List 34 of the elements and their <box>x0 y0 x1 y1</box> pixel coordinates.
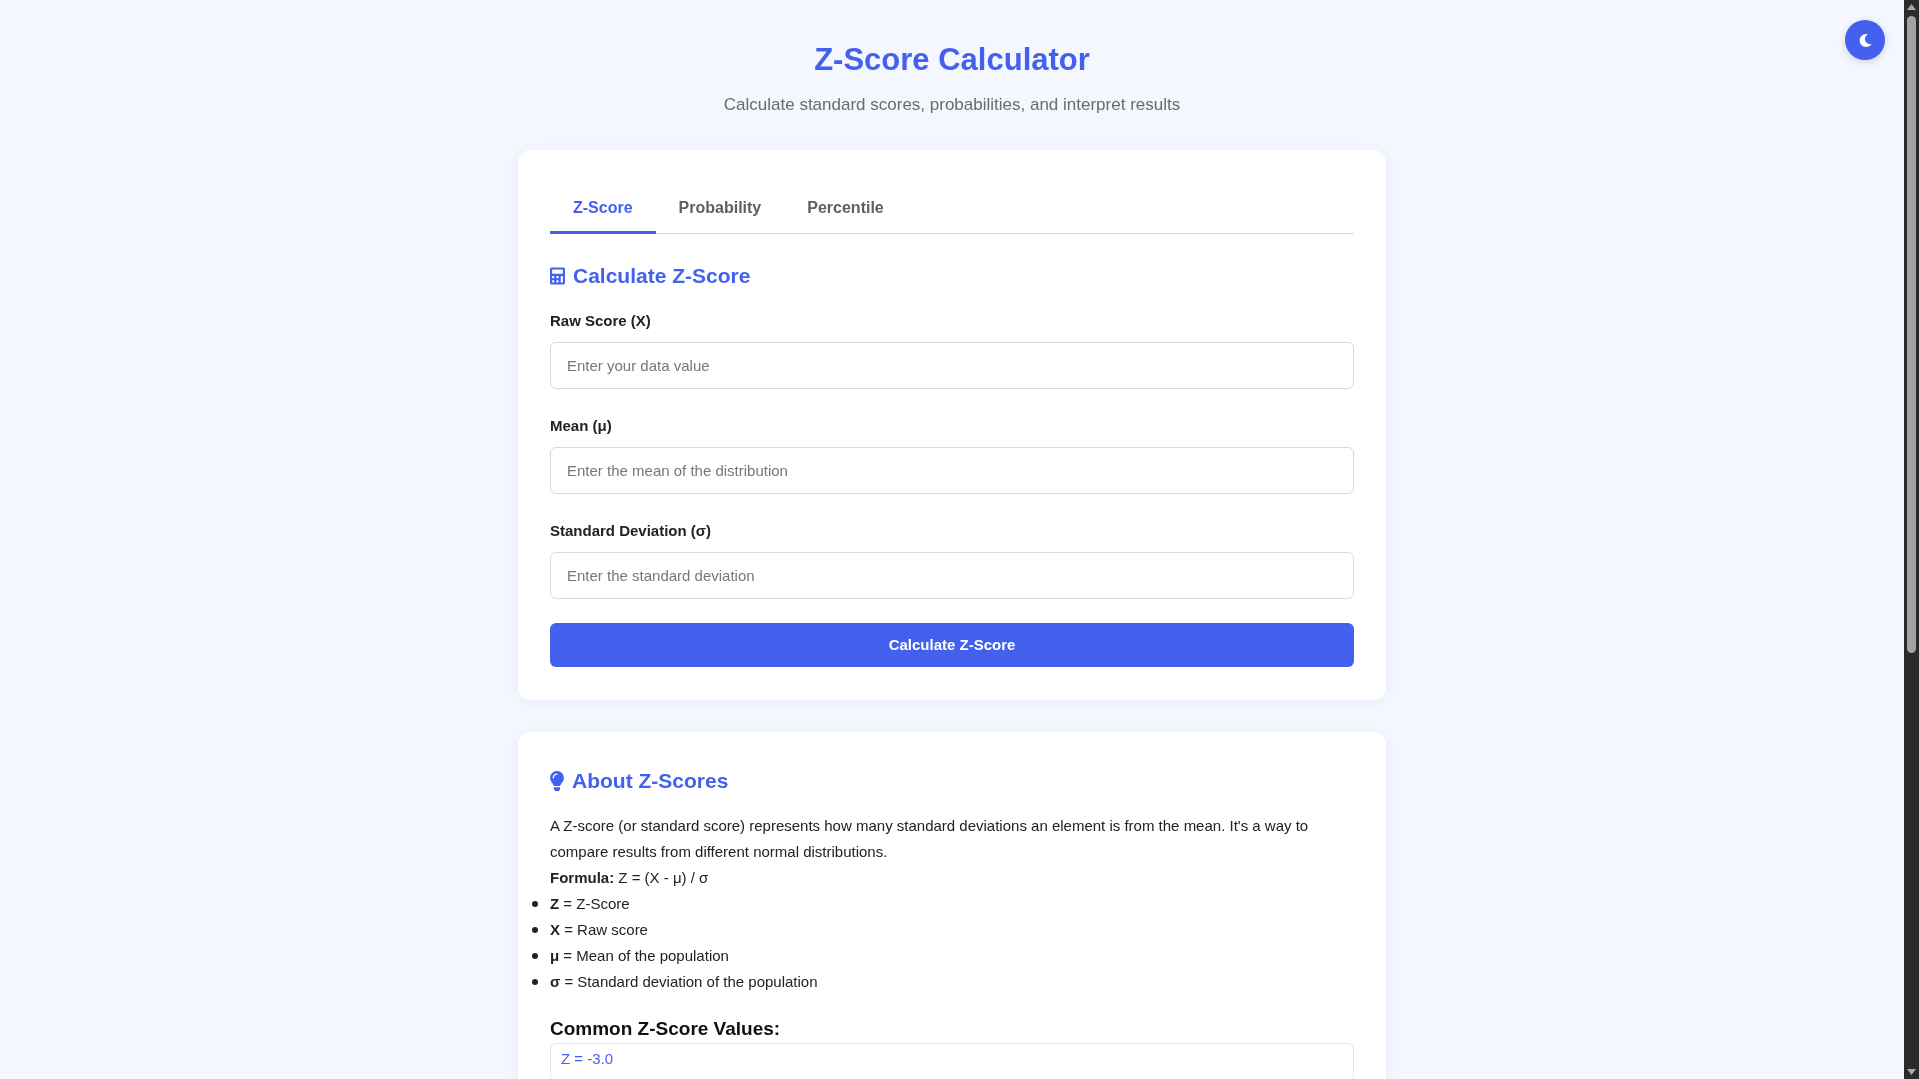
definition-text: μ = Mean of the population <box>550 946 729 966</box>
subheading: Common Z-Score Values: <box>550 1017 782 1041</box>
scrollbar[interactable] <box>1904 0 1919 1079</box>
field-label: Raw Score (X) <box>550 311 651 331</box>
page-subtitle: Calculate standard scores, probabilities, and interpret results <box>723 94 1181 116</box>
definition-text: σ = Standard deviation of the population <box>550 972 818 992</box>
formula-text: Formula: Z = (X - μ) / σ <box>550 868 710 888</box>
definition-text: X = Raw score <box>550 920 648 940</box>
bullet-icon <box>532 927 538 933</box>
moon-icon <box>1858 33 1872 47</box>
bullet-icon <box>532 901 538 907</box>
tab[interactable]: Z-Score <box>550 184 656 234</box>
field-label: Mean (μ) <box>550 416 612 436</box>
theme-toggle-button[interactable] <box>1845 20 1885 60</box>
section-heading: Calculate Z-Score <box>573 263 751 289</box>
scrollbar-thumb[interactable] <box>1907 16 1916 653</box>
calculate-button[interactable]: Calculate Z-Score <box>550 623 1354 667</box>
about-paragraph: A Z-score (or standard score) represents how many standard deviations an element is from the mean. It's a way to compare results from different normal distributions. <box>550 816 1310 862</box>
input-field[interactable]: Enter your data value <box>550 342 1354 389</box>
calculator-icon <box>550 266 565 286</box>
input-field[interactable]: Enter the standard deviation <box>550 552 1354 599</box>
page-title: Z-Score Calculator <box>814 41 1090 79</box>
bullet-icon <box>532 979 538 985</box>
field-label: Standard Deviation (σ) <box>550 521 712 541</box>
tab[interactable]: Percentile <box>784 184 907 234</box>
lightbulb-icon <box>550 771 564 791</box>
definition-text: Z = Z-Score <box>550 894 630 914</box>
tab[interactable]: Probability <box>655 184 785 234</box>
bullet-icon <box>532 953 538 959</box>
z-value-text: Z = -3.0 <box>561 1050 614 1068</box>
scroll-up-arrow-icon[interactable] <box>1907 4 1916 10</box>
input-field[interactable]: Enter the mean of the distribution <box>550 447 1354 494</box>
scroll-down-arrow-icon[interactable] <box>1907 1069 1916 1075</box>
section-heading: About Z-Scores <box>572 768 729 794</box>
